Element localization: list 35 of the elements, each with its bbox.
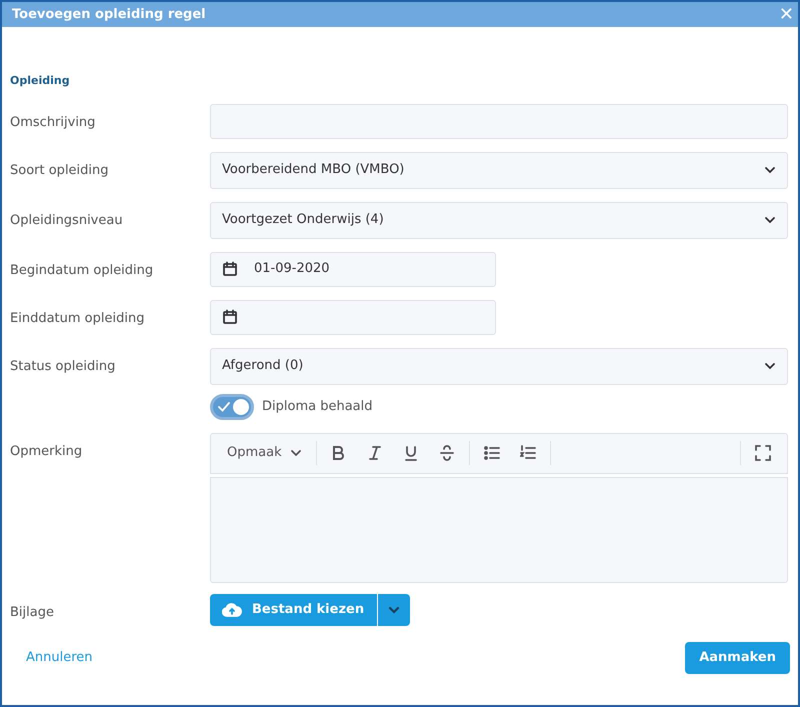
format-dropdown[interactable]: Opmaak [219, 439, 310, 467]
chevron-down-icon [290, 447, 302, 459]
numbered-list-icon[interactable] [520, 445, 536, 461]
field-label: Bijlage [10, 604, 54, 620]
fullscreen-icon[interactable] [755, 445, 771, 461]
field-label: Omschrijving [10, 114, 96, 130]
date-field[interactable]: 01-09-2020 [210, 252, 496, 286]
field-label: Opmerking [10, 444, 82, 458]
cloud-upload-icon [222, 602, 242, 618]
calendar-icon [222, 261, 238, 277]
italic-icon[interactable] [366, 445, 383, 461]
window-title: Toevoegen opleiding regel [12, 6, 206, 24]
select-field[interactable]: Voortgezet Onderwijs (4) [210, 202, 788, 238]
section-heading: Opleiding [10, 73, 71, 89]
field-label: Soort opleiding [10, 162, 109, 178]
toggle-switch[interactable] [210, 394, 254, 420]
text-input[interactable] [210, 104, 788, 138]
field-label: Begindatum opleiding [10, 262, 154, 278]
strikethrough-icon[interactable] [438, 445, 455, 461]
chevron-down-icon [764, 164, 776, 176]
toggle-label: Diploma behaald [262, 398, 372, 416]
chevron-down-icon [764, 214, 776, 226]
check-icon [218, 402, 230, 412]
select-field[interactable]: Afgerond (0) [210, 348, 788, 384]
chevron-down-icon [764, 360, 776, 372]
select-field[interactable]: Voorbereidend MBO (VMBO) [210, 152, 788, 188]
bullet-list-icon[interactable] [484, 445, 500, 461]
underline-icon[interactable] [402, 445, 419, 461]
field-label: Status opleiding [10, 358, 116, 374]
dropdown-button[interactable] [377, 594, 410, 626]
field-label: Opleidingsniveau [10, 212, 123, 228]
calendar-icon [222, 309, 238, 325]
date-field[interactable] [210, 300, 496, 334]
bold-icon[interactable] [330, 445, 347, 461]
field-label: Einddatum opleiding [10, 310, 144, 326]
